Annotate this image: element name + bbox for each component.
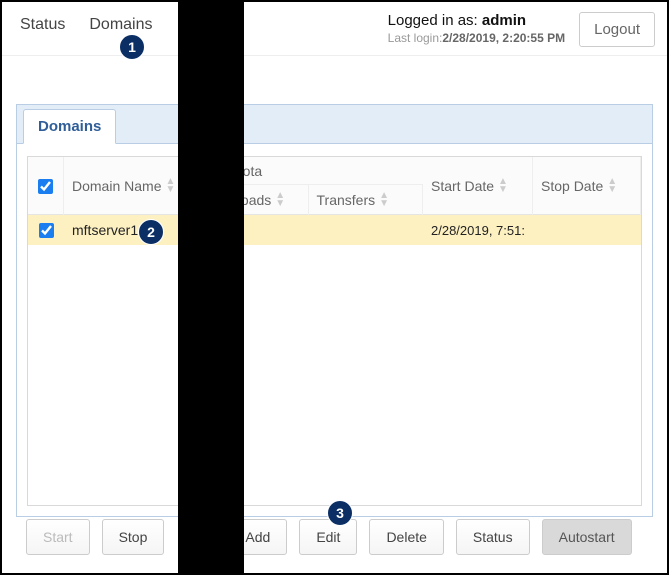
grid-header: Domain Name ▲▼ Quota Downloads ▲▼ xyxy=(28,157,641,215)
callout-badge-1: 1 xyxy=(119,34,145,60)
domains-grid: Domain Name ▲▼ Quota Downloads ▲▼ xyxy=(27,156,642,506)
row-start-date: 2/28/2019, 7:51: xyxy=(423,215,533,245)
header-checkbox-cell xyxy=(28,157,64,215)
col-transfers[interactable]: Transfers ▲▼ xyxy=(309,185,424,215)
domains-panel: Domains Domain Name ▲▼ Quota xyxy=(16,104,653,517)
tab-domains[interactable]: Domains xyxy=(23,109,116,144)
autostart-button[interactable]: Autostart xyxy=(542,519,632,555)
logged-in-label: Logged in as: xyxy=(388,12,482,29)
col-start-date[interactable]: Start Date ▲▼ xyxy=(423,157,533,215)
logged-in-user: admin xyxy=(482,12,526,29)
row-checkbox-cell xyxy=(28,215,64,245)
delete-button[interactable]: Delete xyxy=(369,519,443,555)
row-checkbox[interactable] xyxy=(39,223,54,238)
col-transfers-label: Transfers xyxy=(317,192,376,208)
last-login-time: 2/28/2019, 2:20:55 PM xyxy=(442,31,565,45)
callout-badge-3: 3 xyxy=(327,500,353,526)
torn-edge-overlay xyxy=(178,2,244,573)
app-frame: Status Domains Logged in as: admin Last … xyxy=(0,0,669,575)
top-bar: Status Domains Logged in as: admin Last … xyxy=(2,2,667,56)
sort-icon: ▲▼ xyxy=(379,192,389,208)
sort-icon: ▲▼ xyxy=(607,178,617,194)
row-stop-date xyxy=(533,215,641,245)
logout-button[interactable]: Logout xyxy=(579,12,655,47)
torn-edge-icon xyxy=(178,2,244,573)
grid-wrap: Domain Name ▲▼ Quota Downloads ▲▼ xyxy=(17,144,652,516)
edit-button[interactable]: Edit xyxy=(299,519,357,555)
row-domain-name: mftserver1 xyxy=(64,215,194,245)
stop-button[interactable]: Stop xyxy=(102,519,165,555)
col-domain-name[interactable]: Domain Name ▲▼ xyxy=(64,157,194,215)
sort-icon: ▲▼ xyxy=(275,192,285,208)
last-login-label: Last login: xyxy=(388,31,443,45)
tab-row: Domains xyxy=(17,105,652,144)
sort-icon: ▲▼ xyxy=(498,178,508,194)
col-start-date-label: Start Date xyxy=(431,178,494,194)
login-info: Logged in as: admin Last login:2/28/2019… xyxy=(388,12,565,45)
sort-icon: ▲▼ xyxy=(165,178,175,194)
table-row[interactable]: mftserver1 2/28/2019, 7:51: xyxy=(28,215,641,245)
status-button[interactable]: Status xyxy=(456,519,530,555)
main-nav: Status Domains xyxy=(20,12,153,34)
col-domain-name-label: Domain Name xyxy=(72,178,161,194)
start-button[interactable]: Start xyxy=(26,519,90,555)
col-stop-date[interactable]: Stop Date ▲▼ xyxy=(533,157,641,215)
callout-badge-2: 2 xyxy=(138,219,164,245)
nav-status[interactable]: Status xyxy=(20,16,65,34)
select-all-checkbox[interactable] xyxy=(38,179,53,194)
col-stop-date-label: Stop Date xyxy=(541,178,603,194)
nav-domains[interactable]: Domains xyxy=(89,16,152,34)
